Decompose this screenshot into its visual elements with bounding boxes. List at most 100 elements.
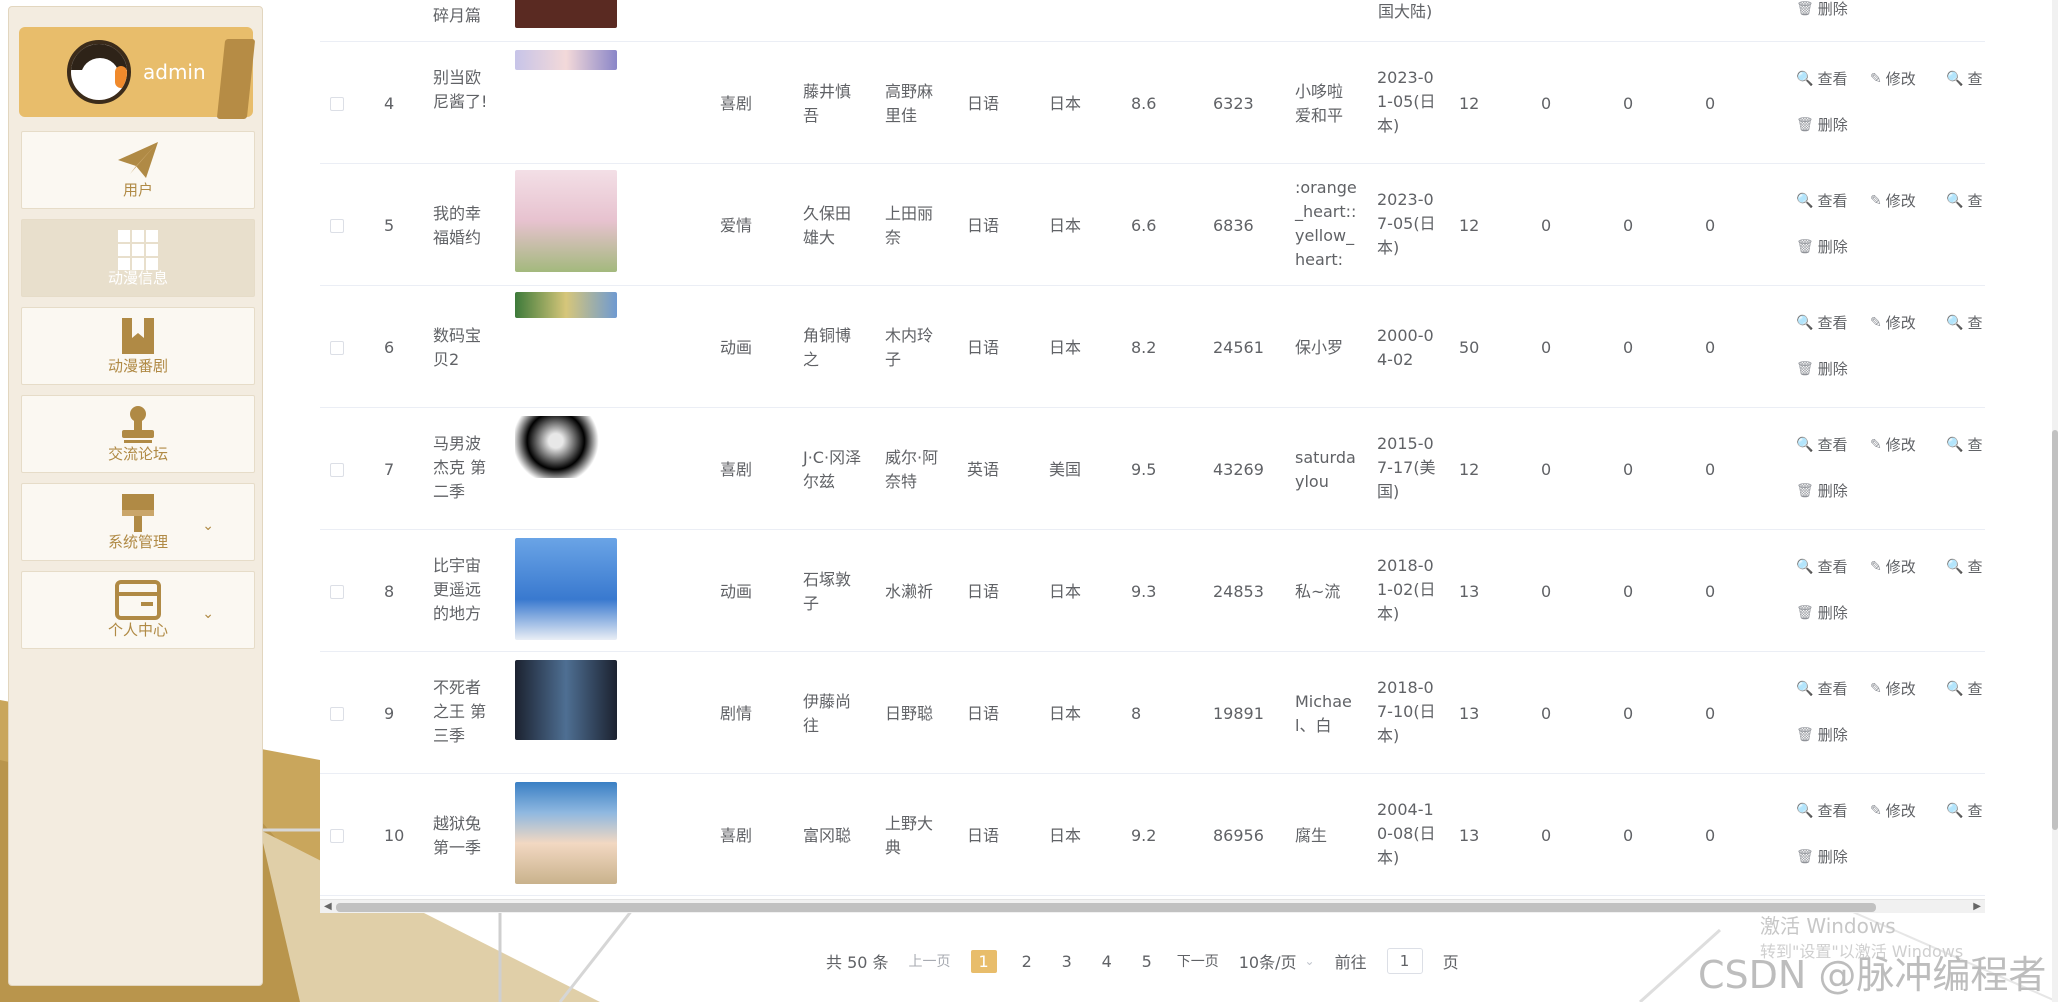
view-extra-button[interactable]: 🔍 查 <box>1946 312 1982 333</box>
score-cell: 9.2 <box>1131 826 1157 845</box>
edit-button[interactable]: ✎ 修改 <box>1870 434 1916 455</box>
count-cell: 0 <box>1541 704 1552 723</box>
chevron-down-icon: ⌄ <box>202 518 214 534</box>
avatar <box>67 40 131 104</box>
region-cell: 日本 <box>1049 826 1082 845</box>
row-checkbox[interactable] <box>330 97 344 111</box>
page-number[interactable]: 1 <box>970 949 997 973</box>
genre-cell: 爱情 <box>720 216 753 235</box>
view-extra-button[interactable]: 🔍 查 <box>1946 678 1982 699</box>
sidebar-item-anime-series[interactable]: 动漫番剧 <box>21 307 255 385</box>
uploader-cell: Michael、白 <box>1295 692 1352 735</box>
delete-button[interactable]: 🗑 删除 <box>1796 846 1848 867</box>
edit-button[interactable]: ✎ 修改 <box>1870 68 1916 89</box>
uploader-cell: :orange_heart::yellow_heart: <box>1295 178 1357 269</box>
windows-activation-title: 激活 Windows <box>1760 914 1896 938</box>
poster-image <box>515 782 617 884</box>
view-button[interactable]: 🔍 查看 <box>1796 678 1847 699</box>
anime-table: 碎月篇 国大陆) 🗑 删除 4 别当欧尼酱了! 喜剧 藤井慎吾 高野麻里佳 日语 … <box>320 0 1985 912</box>
delete-button[interactable]: 🗑 删除 <box>1796 358 1848 379</box>
goto-suffix: 页 <box>1442 953 1459 972</box>
genre-cell: 动画 <box>720 338 753 357</box>
language-cell: 日语 <box>967 216 1000 235</box>
score-cell: 8.6 <box>1131 94 1157 113</box>
delete-button[interactable]: 🗑 删除 <box>1796 724 1848 745</box>
delete-button[interactable]: 🗑 删除 <box>1796 602 1848 623</box>
view-extra-button[interactable]: 🔍 查 <box>1946 434 1982 455</box>
language-cell: 日语 <box>967 826 1000 845</box>
director-cell: 藤井慎吾 <box>803 82 852 125</box>
page-number[interactable]: 2 <box>1017 952 1037 971</box>
row-checkbox[interactable] <box>330 463 344 477</box>
views-cell: 24561 <box>1213 338 1264 357</box>
trash-icon: 🗑 <box>1796 238 1814 255</box>
goto-page-input[interactable]: 1 <box>1386 948 1423 974</box>
row-checkbox[interactable] <box>330 219 344 233</box>
date-cell: 国大陆) <box>1378 2 1433 21</box>
count-cell: 0 <box>1705 826 1716 845</box>
user-card[interactable]: admin <box>19 27 256 119</box>
search-icon: 🔍 <box>1796 680 1814 697</box>
page-number[interactable]: 4 <box>1097 952 1117 971</box>
uploader-cell: 腐生 <box>1295 826 1328 845</box>
row-checkbox[interactable] <box>330 829 344 843</box>
scrollbar-thumb[interactable] <box>336 903 1876 912</box>
next-page-button[interactable]: 下一页 <box>1177 951 1219 971</box>
view-button[interactable]: 🔍 查看 <box>1796 68 1847 89</box>
edit-button[interactable]: ✎ 修改 <box>1870 312 1916 333</box>
trash-icon: 🗑 <box>1796 604 1814 621</box>
view-extra-button[interactable]: 🔍 查 <box>1946 556 1982 577</box>
page-number[interactable]: 3 <box>1057 952 1077 971</box>
delete-button[interactable]: 🗑 删除 <box>1796 114 1848 135</box>
view-extra-button[interactable]: 🔍 查 <box>1946 800 1982 821</box>
view-button[interactable]: 🔍 查看 <box>1796 312 1847 333</box>
sidebar-item-profile[interactable]: 个人中心 ⌄ <box>21 571 255 649</box>
edit-button[interactable]: ✎ 修改 <box>1870 190 1916 211</box>
index-cell: 6 <box>384 338 395 357</box>
sidebar-item-system[interactable]: 系统管理 ⌄ <box>21 483 255 561</box>
sidebar-item-anime-info[interactable]: 动漫信息 <box>21 219 255 297</box>
page-number[interactable]: 5 <box>1137 952 1157 971</box>
uploader-cell: 私~流 <box>1295 582 1341 601</box>
paper-plane-icon <box>118 142 158 178</box>
title-cell: 我的幸福婚约 <box>433 204 482 247</box>
prev-page-button[interactable]: 上一页 <box>909 951 951 971</box>
row-checkbox[interactable] <box>330 341 344 355</box>
scroll-left-icon[interactable]: ◀ <box>324 900 332 914</box>
view-button[interactable]: 🔍 查看 <box>1796 800 1847 821</box>
count-cell: 0 <box>1541 94 1552 113</box>
genre-cell: 喜剧 <box>720 826 753 845</box>
table-row: 10 越狱兔第一季 喜剧 富冈聪 上野大典 日语 日本 9.2 86956 腐生… <box>320 774 1985 896</box>
episodes-cell: 13 <box>1459 826 1480 845</box>
search-icon: 🔍 <box>1946 436 1964 453</box>
delete-button[interactable]: 🗑 删除 <box>1796 236 1848 257</box>
edit-button[interactable]: ✎ 修改 <box>1870 678 1916 699</box>
book-icon <box>122 318 154 354</box>
sidebar: admin 用户 动漫信息 动漫番剧 交流论坛 系统管理 ⌄ 个人中心 ⌄ <box>8 6 263 986</box>
director-cell: 伊藤尚往 <box>803 692 852 735</box>
page-size-select[interactable]: 10条/页 ⌄ <box>1239 949 1315 973</box>
edit-button[interactable]: ✎ 修改 <box>1870 556 1916 577</box>
view-button[interactable]: 🔍 查看 <box>1796 190 1847 211</box>
language-cell: 日语 <box>967 94 1000 113</box>
sidebar-item-forum[interactable]: 交流论坛 <box>21 395 255 473</box>
sidebar-item-users[interactable]: 用户 <box>21 131 255 209</box>
count-cell: 0 <box>1541 582 1552 601</box>
horizontal-scrollbar[interactable]: ◀ ▶ <box>320 899 1985 913</box>
delete-button[interactable]: 🗑 删除 <box>1796 0 1848 19</box>
delete-button[interactable]: 🗑 删除 <box>1796 480 1848 501</box>
view-button[interactable]: 🔍 查看 <box>1796 434 1847 455</box>
vertical-scrollbar[interactable] <box>2052 0 2058 1002</box>
edit-button[interactable]: ✎ 修改 <box>1870 800 1916 821</box>
edit-icon: ✎ <box>1870 192 1882 209</box>
goto-label: 前往 <box>1334 953 1367 972</box>
views-cell: 86956 <box>1213 826 1264 845</box>
row-checkbox[interactable] <box>330 585 344 599</box>
view-button[interactable]: 🔍 查看 <box>1796 556 1847 577</box>
view-extra-button[interactable]: 🔍 查 <box>1946 68 1982 89</box>
region-cell: 美国 <box>1049 460 1082 479</box>
scroll-right-icon[interactable]: ▶ <box>1973 900 1981 914</box>
scrollbar-thumb[interactable] <box>2052 430 2058 830</box>
view-extra-button[interactable]: 🔍 查 <box>1946 190 1982 211</box>
row-checkbox[interactable] <box>330 707 344 721</box>
